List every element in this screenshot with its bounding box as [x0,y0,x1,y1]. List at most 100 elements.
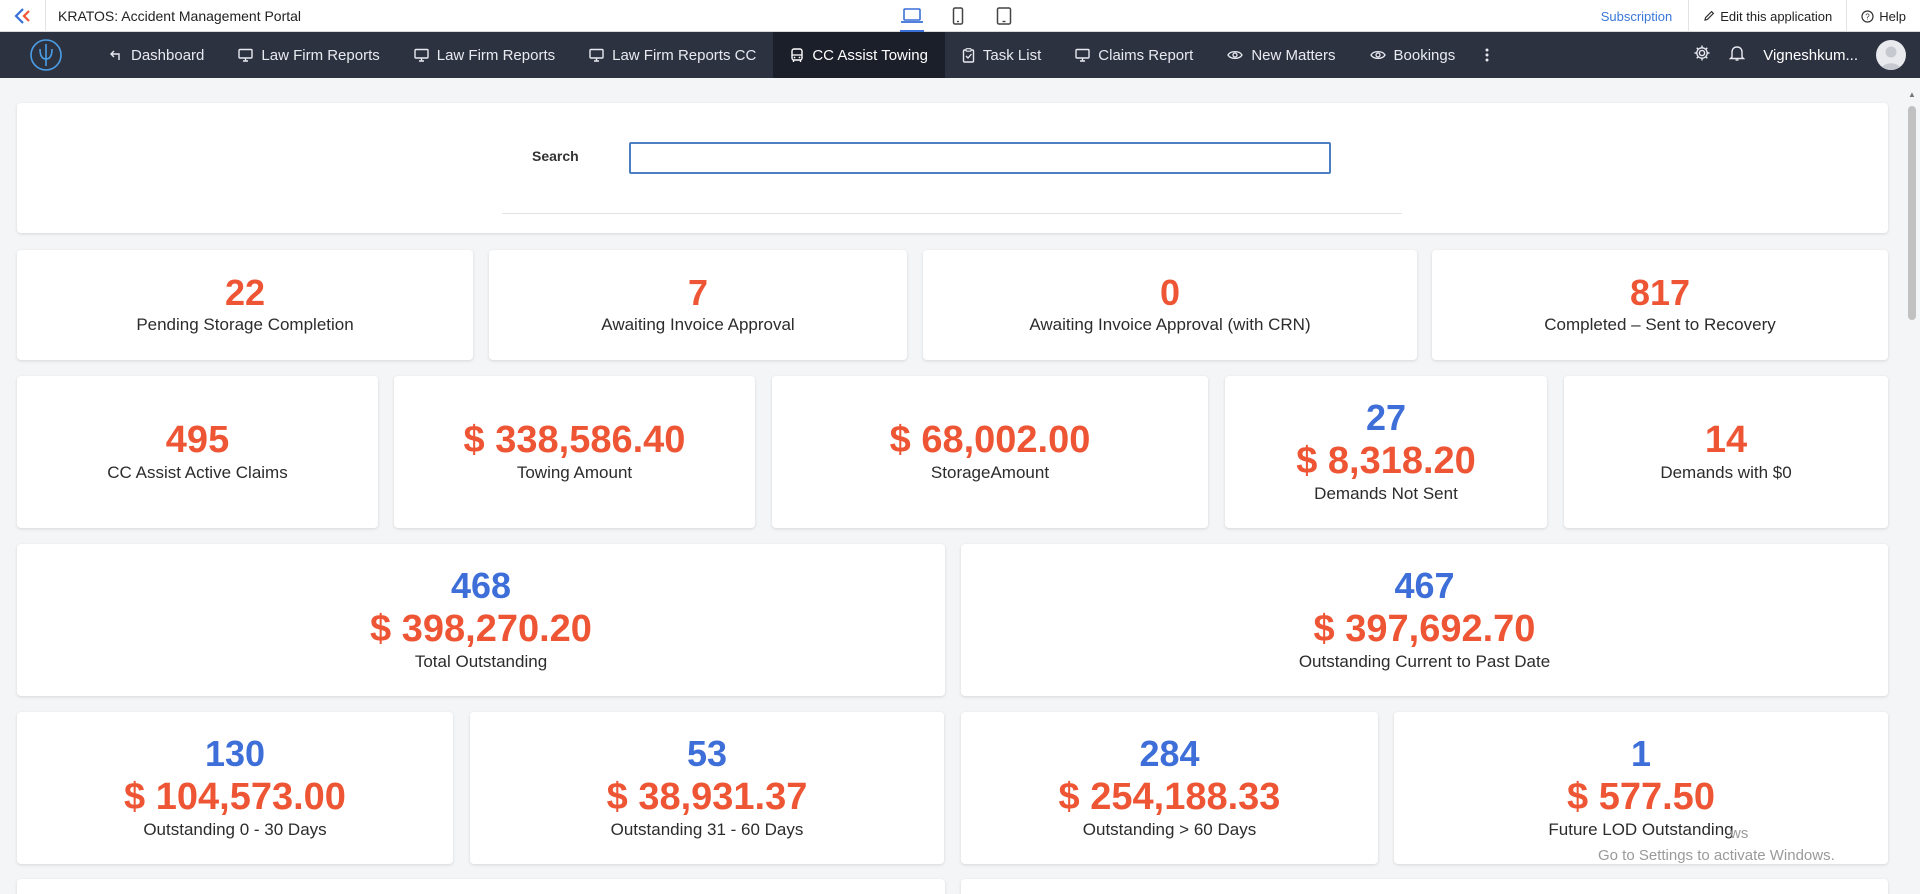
stat-card-outstanding-current[interactable]: 467 $ 397,692.70 Outstanding Current to … [961,544,1888,696]
settings-gear-icon[interactable] [1693,44,1711,67]
pencil-icon [1704,10,1715,21]
stat-count: 1 [1630,733,1652,774]
stat-value: $ 338,586.40 [463,419,686,461]
tab-task-list[interactable]: Task List [945,32,1058,78]
page-scrollbar[interactable]: ▲ [1906,90,1918,894]
stat-card-awaiting-invoice-crn[interactable]: 0 Awaiting Invoice Approval (with CRN) [923,250,1417,360]
stat-value: $ 104,573.00 [124,776,346,818]
stat-count: 284 [1139,733,1200,774]
stat-label: CC Assist Active Claims [107,463,288,482]
help-label: Help [1879,8,1906,24]
tab-claims-report[interactable]: Claims Report [1058,32,1210,78]
tab-label: Dashboard [131,46,205,64]
stat-card-completed-recovery[interactable]: 817 Completed – Sent to Recovery [1432,250,1888,360]
stat-label: Awaiting Invoice Approval [601,315,795,334]
stat-label: Towing Amount [516,463,633,482]
stat-count: 130 [204,733,266,774]
stat-value: $ 577.50 [1567,776,1715,818]
tablet-icon[interactable] [992,5,1016,27]
help-button[interactable]: ? Help [1846,0,1920,32]
stat-count: 468 [450,565,512,606]
divider [502,213,1402,214]
stat-card-towing-amount[interactable]: $ 338,586.40 Towing Amount [394,376,755,528]
mobile-icon[interactable] [946,5,970,27]
scrollbar-thumb[interactable] [1908,106,1916,320]
stat-label: Outstanding 0 - 30 Days [143,820,327,839]
tab-label: Bookings [1393,46,1456,64]
stat-card-active-claims[interactable]: 495 CC Assist Active Claims [17,376,378,528]
monitor-icon [1075,48,1090,62]
stat-card-partial [961,879,1888,894]
top-bar: KRATOS: Accident Management Portal Subsc… [0,0,1920,32]
svg-text:?: ? [1866,12,1871,21]
stat-label: Demands with $0 [1660,463,1792,482]
stat-count: 27 [1365,397,1407,438]
back-arrow-icon[interactable] [0,0,46,32]
avatar[interactable] [1876,40,1906,70]
more-menu-icon[interactable] [1472,32,1502,78]
edit-application-button[interactable]: Edit this application [1688,0,1846,32]
edit-application-label: Edit this application [1720,8,1833,24]
search-label: Search [532,148,579,164]
tab-label: Law Firm Reports CC [612,46,757,64]
stat-card-demands-not-sent[interactable]: 27 $ 8,318.20 Demands Not Sent [1225,376,1547,528]
stat-count: 0 [1159,272,1181,313]
stat-card-demands-zero[interactable]: 14 Demands with $0 [1564,376,1888,528]
stat-count: 22 [224,272,266,313]
main-navigation: Dashboard Law Firm Reports Law Firm Repo… [0,32,1920,78]
user-name[interactable]: Vigneshkum... [1763,47,1858,64]
stat-value: $ 397,692.70 [1313,608,1536,650]
stat-label: Awaiting Invoice Approval (with CRN) [1029,315,1311,334]
stat-label: Pending Storage Completion [136,315,354,334]
eye-icon [1369,50,1386,60]
brand-logo-icon[interactable] [0,32,92,78]
tab-new-matters[interactable]: New Matters [1210,32,1352,78]
monitor-icon [589,48,604,62]
stat-count: 467 [1394,565,1455,606]
stat-value: 495 [165,419,230,461]
stat-value: $ 254,188.33 [1058,776,1281,818]
stat-label: StorageAmount [930,463,1050,482]
stat-card-awaiting-invoice[interactable]: 7 Awaiting Invoice Approval [489,250,907,360]
stat-card-outstanding-60-plus[interactable]: 284 $ 254,188.33 Outstanding > 60 Days [961,712,1378,864]
stat-count: 817 [1629,272,1691,313]
stat-card-outstanding-0-30[interactable]: 130 $ 104,573.00 Outstanding 0 - 30 Days [17,712,453,864]
tab-law-firm-reports[interactable]: Law Firm Reports [221,32,396,78]
tab-cc-assist-towing[interactable]: CC Assist Towing [773,32,945,78]
stat-label: Demands Not Sent [1314,484,1458,503]
eye-icon [1227,50,1244,60]
stat-card-storage-amount[interactable]: $ 68,002.00 StorageAmount [772,376,1208,528]
app-title: KRATOS: Accident Management Portal [58,7,302,24]
stat-value: $ 398,270.20 [370,608,592,650]
stat-value: $ 38,931.37 [606,776,808,818]
watermark-line2: Go to Settings to activate Windows. [1598,847,1835,864]
return-icon [110,50,120,60]
tab-dashboard[interactable]: Dashboard [92,32,221,78]
clipboard-icon [962,47,975,63]
tab-law-firm-reports-cc[interactable]: Law Firm Reports CC [572,32,773,78]
tab-label: Law Firm Reports [436,46,556,64]
notifications-bell-icon[interactable] [1729,44,1746,67]
tab-law-firm-reports-2[interactable]: Law Firm Reports [397,32,572,78]
stat-card-total-outstanding[interactable]: 468 $ 398,270.20 Total Outstanding [17,544,945,696]
device-preview-switcher [900,0,1016,32]
stat-count: 7 [687,272,709,313]
scroll-up-icon[interactable]: ▲ [1908,90,1916,99]
stat-label: Outstanding Current to Past Date [1298,652,1551,671]
subscription-link[interactable]: Subscription [1587,0,1689,32]
stat-label: Outstanding > 60 Days [1082,820,1257,839]
tab-label: Task List [982,46,1042,64]
laptop-icon[interactable] [900,5,924,32]
stat-card-pending-storage[interactable]: 22 Pending Storage Completion [17,250,473,360]
watermark-line1: ws [1730,825,1749,842]
stat-value: $ 8,318.20 [1296,440,1476,482]
stat-value: 14 [1704,419,1748,461]
stat-label: Completed – Sent to Recovery [1544,315,1776,334]
help-icon: ? [1861,9,1874,23]
stat-card-outstanding-31-60[interactable]: 53 $ 38,931.37 Outstanding 31 - 60 Days [470,712,944,864]
tab-bookings[interactable]: Bookings [1353,32,1473,78]
stat-card-partial [17,879,945,894]
stat-label: Total Outstanding [414,652,548,671]
monitor-icon [414,48,429,62]
search-input[interactable] [629,142,1331,174]
